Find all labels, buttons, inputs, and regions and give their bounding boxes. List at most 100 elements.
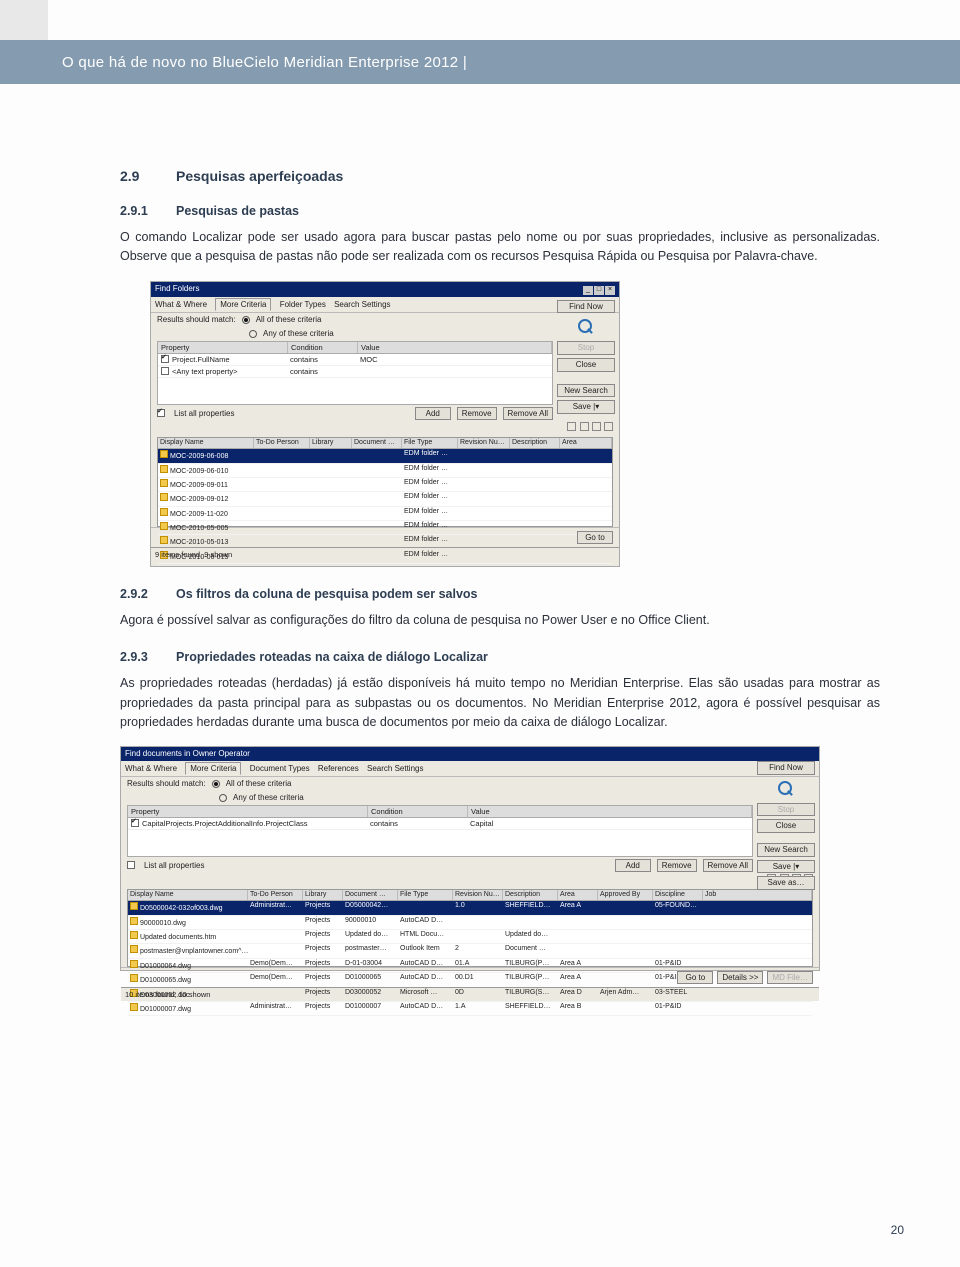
checkbox-icon[interactable]	[127, 861, 135, 869]
results-grid[interactable]: Display Name To-Do Person Library Docume…	[157, 437, 613, 527]
folder-icon	[160, 536, 168, 544]
find-now-button[interactable]: Find Now	[757, 761, 815, 775]
match-all-label: All of these criteria	[226, 779, 292, 789]
col-display-name[interactable]: Display Name	[128, 890, 248, 900]
col-area[interactable]: Area	[560, 438, 612, 448]
col-document[interactable]: Document …	[343, 890, 398, 900]
remove-button[interactable]: Remove	[457, 407, 497, 421]
stop-button[interactable]: Stop	[557, 341, 615, 355]
find-now-button[interactable]: Find Now	[557, 300, 615, 314]
checkbox-icon[interactable]	[161, 355, 169, 363]
save-button[interactable]: Save |▾	[557, 400, 615, 414]
tab-what-where[interactable]: What & Where	[125, 764, 177, 773]
detail-icon[interactable]	[580, 422, 589, 431]
remove-all-button[interactable]: Remove All	[503, 407, 553, 421]
checkbox-icon[interactable]	[131, 819, 139, 827]
tab-document-types[interactable]: Document Types	[250, 764, 310, 773]
result-row[interactable]: postmaster@vnplantowner.com^…Projectspos…	[128, 944, 812, 958]
tab-folder-types[interactable]: Folder Types	[280, 300, 326, 309]
criteria-row[interactable]: Project.FullName contains MOC	[158, 354, 552, 366]
result-row[interactable]: 90000010.dwgProjects90000010AutoCAD D…	[128, 916, 812, 930]
close-button[interactable]: Close	[757, 819, 815, 833]
content-area: 2.9 Pesquisas aperfeiçoadas 2.9.1 Pesqui…	[120, 150, 880, 985]
checkbox-icon[interactable]	[161, 367, 169, 375]
subsection-heading: 2.9.1 Pesquisas de pastas	[120, 204, 880, 218]
checkbox-icon[interactable]	[157, 409, 165, 417]
radio-any[interactable]	[249, 330, 257, 338]
stop-button[interactable]: Stop	[757, 803, 815, 817]
subsection-title: Os filtros da coluna de pesquisa podem s…	[176, 587, 477, 601]
col-revision[interactable]: Revision Nu…	[458, 438, 510, 448]
result-row[interactable]: MOC-2010-05-005EDM folder …	[158, 521, 612, 535]
col-library[interactable]: Library	[310, 438, 352, 448]
col-filetype[interactable]: File Type	[402, 438, 458, 448]
criteria-grid[interactable]: Project.FullName contains MOC <Any text …	[157, 353, 553, 405]
col-revision[interactable]: Revision Nu…	[453, 890, 503, 900]
match-row: Results should match: All of these crite…	[121, 777, 819, 791]
results-grid[interactable]: Display Name To-Do Person Library Docume…	[127, 889, 813, 967]
col-area[interactable]: Area	[558, 890, 598, 900]
tab-what-where[interactable]: What & Where	[155, 300, 207, 309]
new-search-button[interactable]: New Search	[757, 843, 815, 857]
radio-all[interactable]	[212, 780, 220, 788]
result-row[interactable]: Updated documents.htmProjectsUpdated do……	[128, 930, 812, 944]
criteria-grid[interactable]: CapitalProjects.ProjectAdditionalInfo.Pr…	[127, 817, 753, 857]
list-all-row: List all properties Add Remove Remove Al…	[151, 405, 619, 423]
result-row[interactable]: MOC-2009-11-020EDM folder …	[158, 507, 612, 521]
col-approvedby[interactable]: Approved By	[598, 890, 653, 900]
list-icon[interactable]	[567, 422, 576, 431]
goto-button[interactable]: Go to	[577, 531, 613, 545]
radio-all[interactable]	[242, 316, 250, 324]
tab-search-settings[interactable]: Search Settings	[367, 764, 423, 773]
result-row[interactable]: D01000007.dwgAdministrat…ProjectsD010000…	[128, 1002, 812, 1016]
tab-search-settings[interactable]: Search Settings	[334, 300, 390, 309]
match-row: Results should match: All of these crite…	[151, 313, 619, 327]
paragraph: Agora é possível salvar as configurações…	[120, 611, 880, 630]
col-filetype[interactable]: File Type	[398, 890, 453, 900]
col-description[interactable]: Description	[503, 890, 558, 900]
tab-references[interactable]: References	[318, 764, 359, 773]
result-row[interactable]: MOC-2009-06-008EDM folder …	[158, 449, 612, 463]
file-icon	[130, 960, 138, 968]
new-search-button[interactable]: New Search	[557, 384, 615, 398]
goto-button[interactable]: Go to	[677, 971, 713, 985]
col-display-name[interactable]: Display Name	[158, 438, 254, 448]
result-row[interactable]: MOC-2009-09-011EDM folder …	[158, 478, 612, 492]
result-row[interactable]: MOC-2009-06-010EDM folder …	[158, 464, 612, 478]
section-heading: 2.9 Pesquisas aperfeiçoadas	[120, 168, 880, 184]
close-button[interactable]: Close	[557, 358, 615, 372]
result-row[interactable]: D05000042-032of003.dwgAdministrat…Projec…	[128, 901, 812, 915]
criteria-row[interactable]: CapitalProjects.ProjectAdditionalInfo.Pr…	[128, 818, 752, 830]
criteria-row[interactable]: <Any text property> contains	[158, 366, 552, 378]
result-row[interactable]: MOC-2009-09-012EDM folder …	[158, 492, 612, 506]
tab-more-criteria[interactable]: More Criteria	[185, 762, 241, 775]
remove-button[interactable]: Remove	[657, 859, 697, 873]
folder-icon	[160, 479, 168, 487]
add-button[interactable]: Add	[615, 859, 651, 873]
col-discipline[interactable]: Discipline	[653, 890, 703, 900]
mdfile-button[interactable]: MD File…	[767, 971, 813, 985]
col-todo[interactable]: To-Do Person	[254, 438, 310, 448]
col-description[interactable]: Description	[510, 438, 560, 448]
folder-icon	[160, 465, 168, 473]
match-label: Results should match:	[157, 315, 236, 325]
search-icon	[577, 318, 595, 336]
window-buttons[interactable]: _□×	[582, 284, 615, 295]
add-button[interactable]: Add	[415, 407, 451, 421]
remove-all-button[interactable]: Remove All	[703, 859, 753, 873]
tree-icon[interactable]	[604, 422, 613, 431]
radio-any[interactable]	[219, 794, 227, 802]
col-job[interactable]: Job	[703, 890, 812, 900]
col-todo[interactable]: To-Do Person	[248, 890, 303, 900]
find-documents-dialog: Find documents in Owner Operator What & …	[120, 746, 820, 971]
tab-more-criteria[interactable]: More Criteria	[215, 298, 271, 311]
col-document[interactable]: Document …	[352, 438, 402, 448]
grid-icon[interactable]	[592, 422, 601, 431]
save-button[interactable]: Save |▾	[757, 860, 815, 874]
col-library[interactable]: Library	[303, 890, 343, 900]
tab-bar: What & Where More Criteria Document Type…	[121, 761, 819, 778]
result-row[interactable]: D03000052.docProjectsD03000052Microsoft …	[128, 988, 812, 1002]
save-as-button[interactable]: Save as…	[757, 876, 815, 890]
details-button[interactable]: Details >>	[717, 971, 763, 985]
result-row[interactable]: MOC-2010-05-013EDM folder …	[158, 535, 612, 549]
